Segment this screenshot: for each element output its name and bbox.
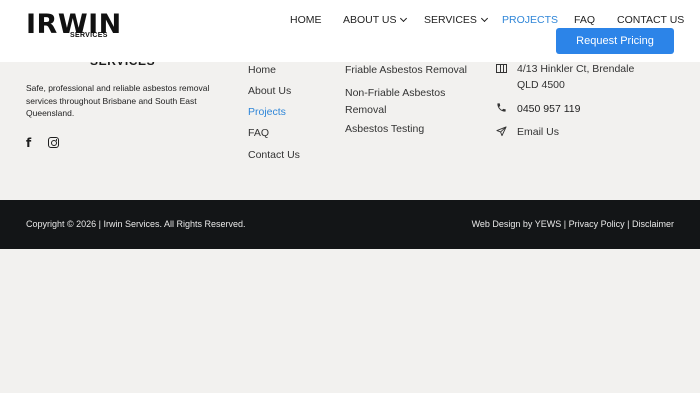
separator: | [561,219,569,229]
footer-link-asbestos-testing[interactable]: Asbestos Testing [345,123,424,135]
nav-about-us-label: ABOUT US [343,14,397,26]
address-line-2: QLD 4500 [517,79,565,91]
nav-services[interactable]: SERVICES [424,14,488,26]
nav-projects[interactable]: PROJECTS [502,14,558,26]
map-icon [496,64,507,73]
footer-link-faq[interactable]: FAQ [248,127,269,139]
nav-home[interactable]: HOME [290,14,322,26]
nav-about-us[interactable]: ABOUT US [343,14,408,26]
footer-link-friable[interactable]: Friable Asbestos Removal [345,64,467,76]
nav-services-label: SERVICES [424,14,477,26]
copyright-text: Copyright © 2026 | Irwin Services. All R… [26,219,246,229]
chevron-down-icon [400,14,408,23]
privacy-policy-link[interactable]: Privacy Policy [569,219,625,229]
footer-link-non-friable[interactable]: Non-Friable Asbestos Removal [345,85,465,118]
address-line-1: 4/13 Hinkler Ct, Brendale [517,63,635,75]
facebook-icon[interactable]: f [26,136,31,150]
instagram-icon[interactable] [48,137,59,148]
footer-bottom-bar: Copyright © 2026 | Irwin Services. All R… [0,200,700,249]
footer-credits: Web Design by YEWS | Privacy Policy | Di… [472,219,674,229]
footer-link-about-us[interactable]: About Us [248,85,291,97]
footer-link-contact-us[interactable]: Contact Us [248,149,300,161]
footer-about-text: Safe, professional and reliable asbestos… [26,83,210,119]
send-icon [496,126,507,140]
site-header: IRWIN SERVICES HOME ABOUT US SERVICES PR… [0,0,700,62]
chevron-down-icon [480,14,488,23]
phone-icon [496,102,507,116]
web-design-link[interactable]: Web Design by YEWS [472,219,562,229]
request-pricing-button[interactable]: Request Pricing [556,28,674,54]
nav-faq[interactable]: FAQ [574,14,595,26]
main-nav: HOME ABOUT US SERVICES PROJECTS FAQ CONT… [290,14,684,28]
footer-link-home[interactable]: Home [248,64,276,76]
nav-contact-us[interactable]: CONTACT US [617,14,684,26]
separator: | [624,219,632,229]
phone-number: 0450 957 119 [517,103,581,115]
logo-tagline: SERVICES [70,32,108,39]
disclaimer-link[interactable]: Disclaimer [632,219,674,229]
footer-link-projects[interactable]: Projects [248,106,286,118]
logo[interactable]: IRWIN SERVICES [26,11,121,39]
email-link: Email Us [517,126,560,138]
